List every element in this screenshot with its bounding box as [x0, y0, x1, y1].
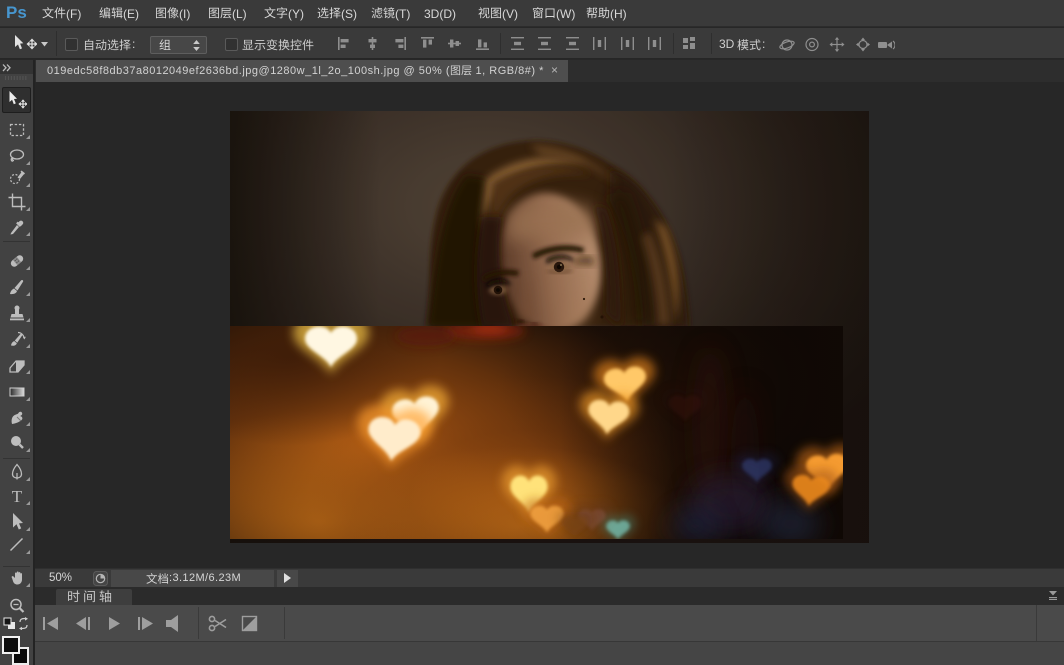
- svg-text:T: T: [11, 487, 22, 505]
